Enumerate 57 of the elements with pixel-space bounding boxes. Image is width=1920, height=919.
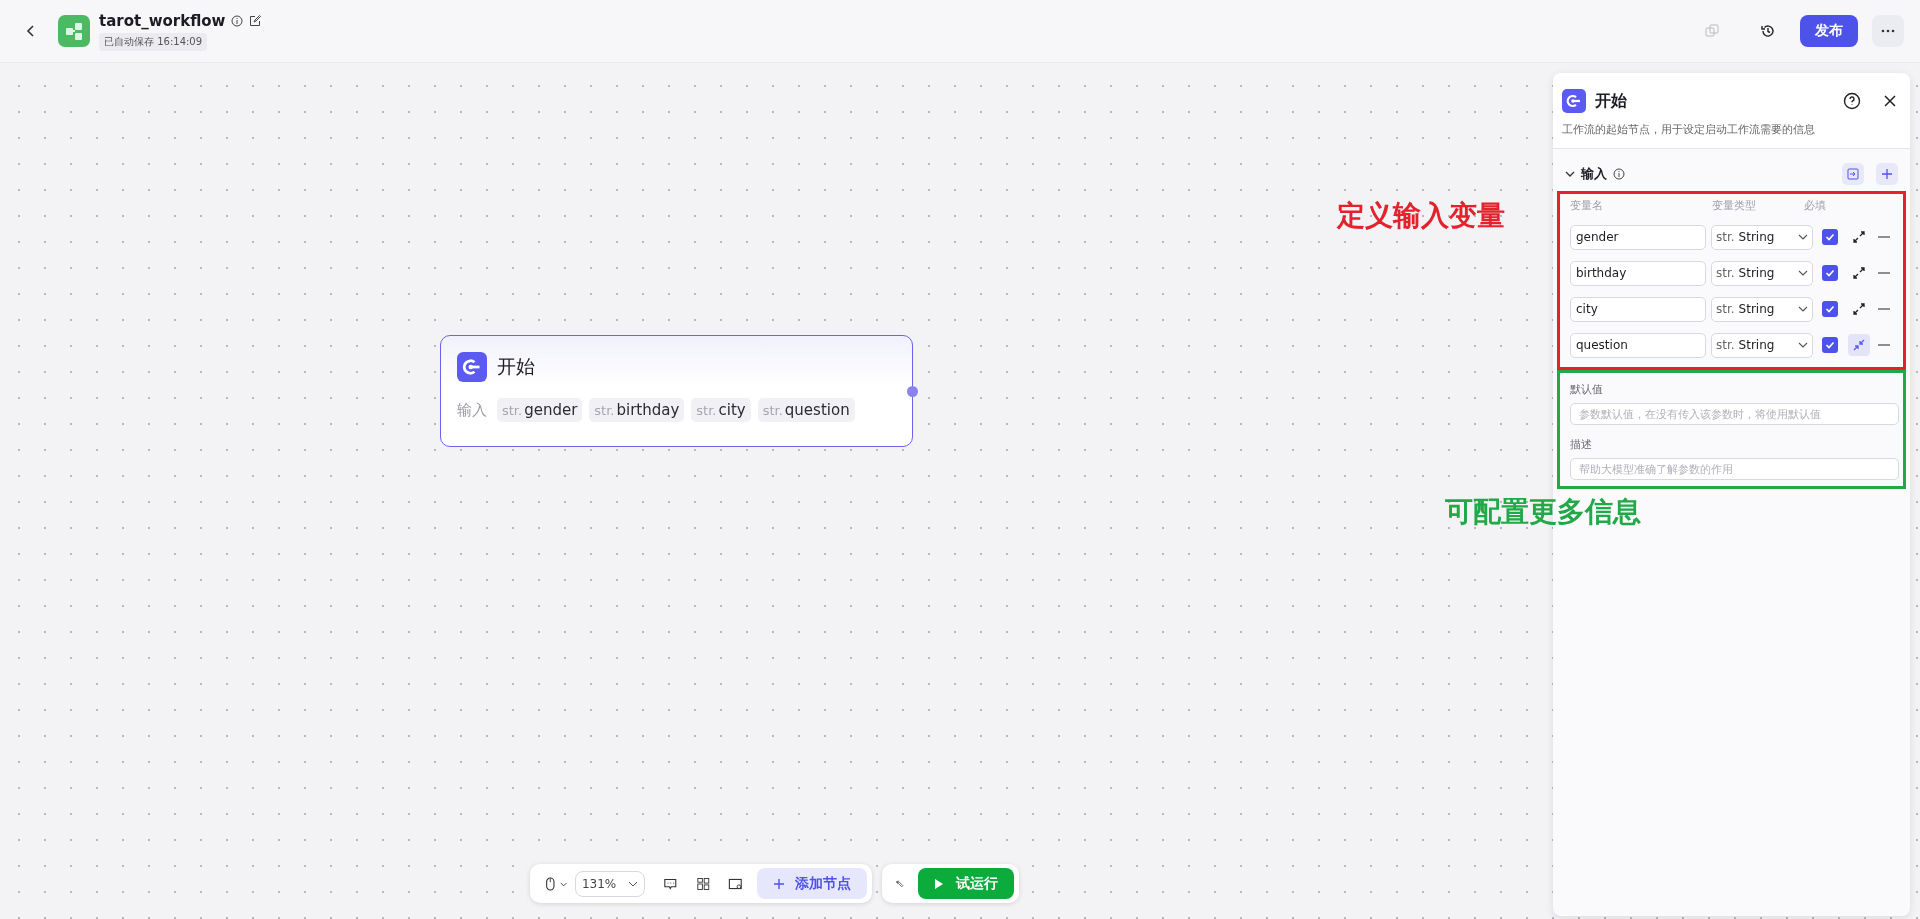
collapse-button[interactable] (1848, 334, 1870, 356)
layout-icon[interactable] (695, 875, 711, 892)
annotation-text: 可配置更多信息 (1445, 494, 1641, 530)
more-icon[interactable] (1881, 29, 1895, 33)
publish-button[interactable]: 发布 (1800, 15, 1858, 47)
column-header: 变量类型 (1712, 198, 1757, 213)
help-icon[interactable] (1843, 92, 1861, 110)
play-icon[interactable] (934, 878, 944, 889)
variable-name-field[interactable]: gender (1570, 224, 1706, 250)
info-icon[interactable] (231, 14, 244, 27)
start-node-icon (457, 352, 487, 382)
variable-type-select[interactable]: str. String (1711, 296, 1813, 322)
node-title: 开始 (497, 354, 535, 379)
chevron-down-icon[interactable] (1798, 304, 1808, 314)
chevron-down-icon[interactable] (1798, 340, 1808, 350)
variable-type-select[interactable]: str. String (1711, 332, 1813, 358)
close-icon[interactable] (1882, 93, 1898, 109)
variable-name-field[interactable]: question (1570, 332, 1706, 358)
field-label: 默认值 (1570, 382, 1604, 397)
start-node[interactable]: 开始 输入 str.gender str.birthday str.city str.question (440, 335, 913, 447)
node-input-label: 输入 (457, 400, 487, 420)
section-title: 输入 (1581, 165, 1607, 183)
zoom-select[interactable]: 131% (574, 870, 646, 897)
param-tag: str.birthday (589, 398, 685, 422)
plus-icon[interactable] (773, 877, 785, 890)
arrows-icon[interactable] (1853, 303, 1865, 315)
add-variable-button[interactable] (1876, 163, 1898, 185)
arrows-icon[interactable] (1853, 267, 1865, 279)
chevron-down-icon[interactable] (1565, 169, 1575, 179)
arrows-icon[interactable] (1853, 231, 1865, 243)
workflow-title: tarot_workflow (99, 11, 226, 30)
chevron-down-icon[interactable] (1798, 268, 1808, 278)
column-header: 必填 (1804, 198, 1827, 213)
panel-description: 工作流的起始节点，用于设定启动工作流需要的信息 (1562, 122, 1816, 137)
param-tag: str.city (691, 398, 751, 422)
variable-type-select[interactable]: str. String (1711, 260, 1813, 286)
variable-name-field[interactable]: city (1570, 296, 1706, 322)
autosave-status: 已自动保存 16:14:09 (99, 32, 208, 51)
chevron-down-icon[interactable] (1798, 232, 1808, 242)
start-icon (1562, 89, 1586, 113)
edit-icon[interactable] (249, 14, 262, 27)
variable-type-select[interactable]: str. String (1711, 224, 1813, 250)
import-icon[interactable] (1847, 168, 1859, 180)
info-icon[interactable] (1613, 168, 1625, 180)
field-label: 描述 (1570, 437, 1593, 452)
mouse-icon[interactable] (543, 875, 558, 892)
plus-icon[interactable] (1881, 168, 1893, 180)
add-node-button[interactable]: 添加节点 (757, 868, 867, 899)
variable-name-field[interactable]: birthday (1570, 260, 1706, 286)
annotation-text: 定义输入变量 (1337, 198, 1505, 234)
workflow-logo-icon (58, 15, 90, 47)
output-port[interactable] (907, 386, 918, 397)
column-header: 变量名 (1570, 198, 1604, 213)
history-icon[interactable] (1760, 23, 1776, 39)
panel-title: 开始 (1595, 90, 1628, 112)
param-tag: str.gender (497, 398, 583, 422)
param-tag: str.question (757, 398, 855, 422)
